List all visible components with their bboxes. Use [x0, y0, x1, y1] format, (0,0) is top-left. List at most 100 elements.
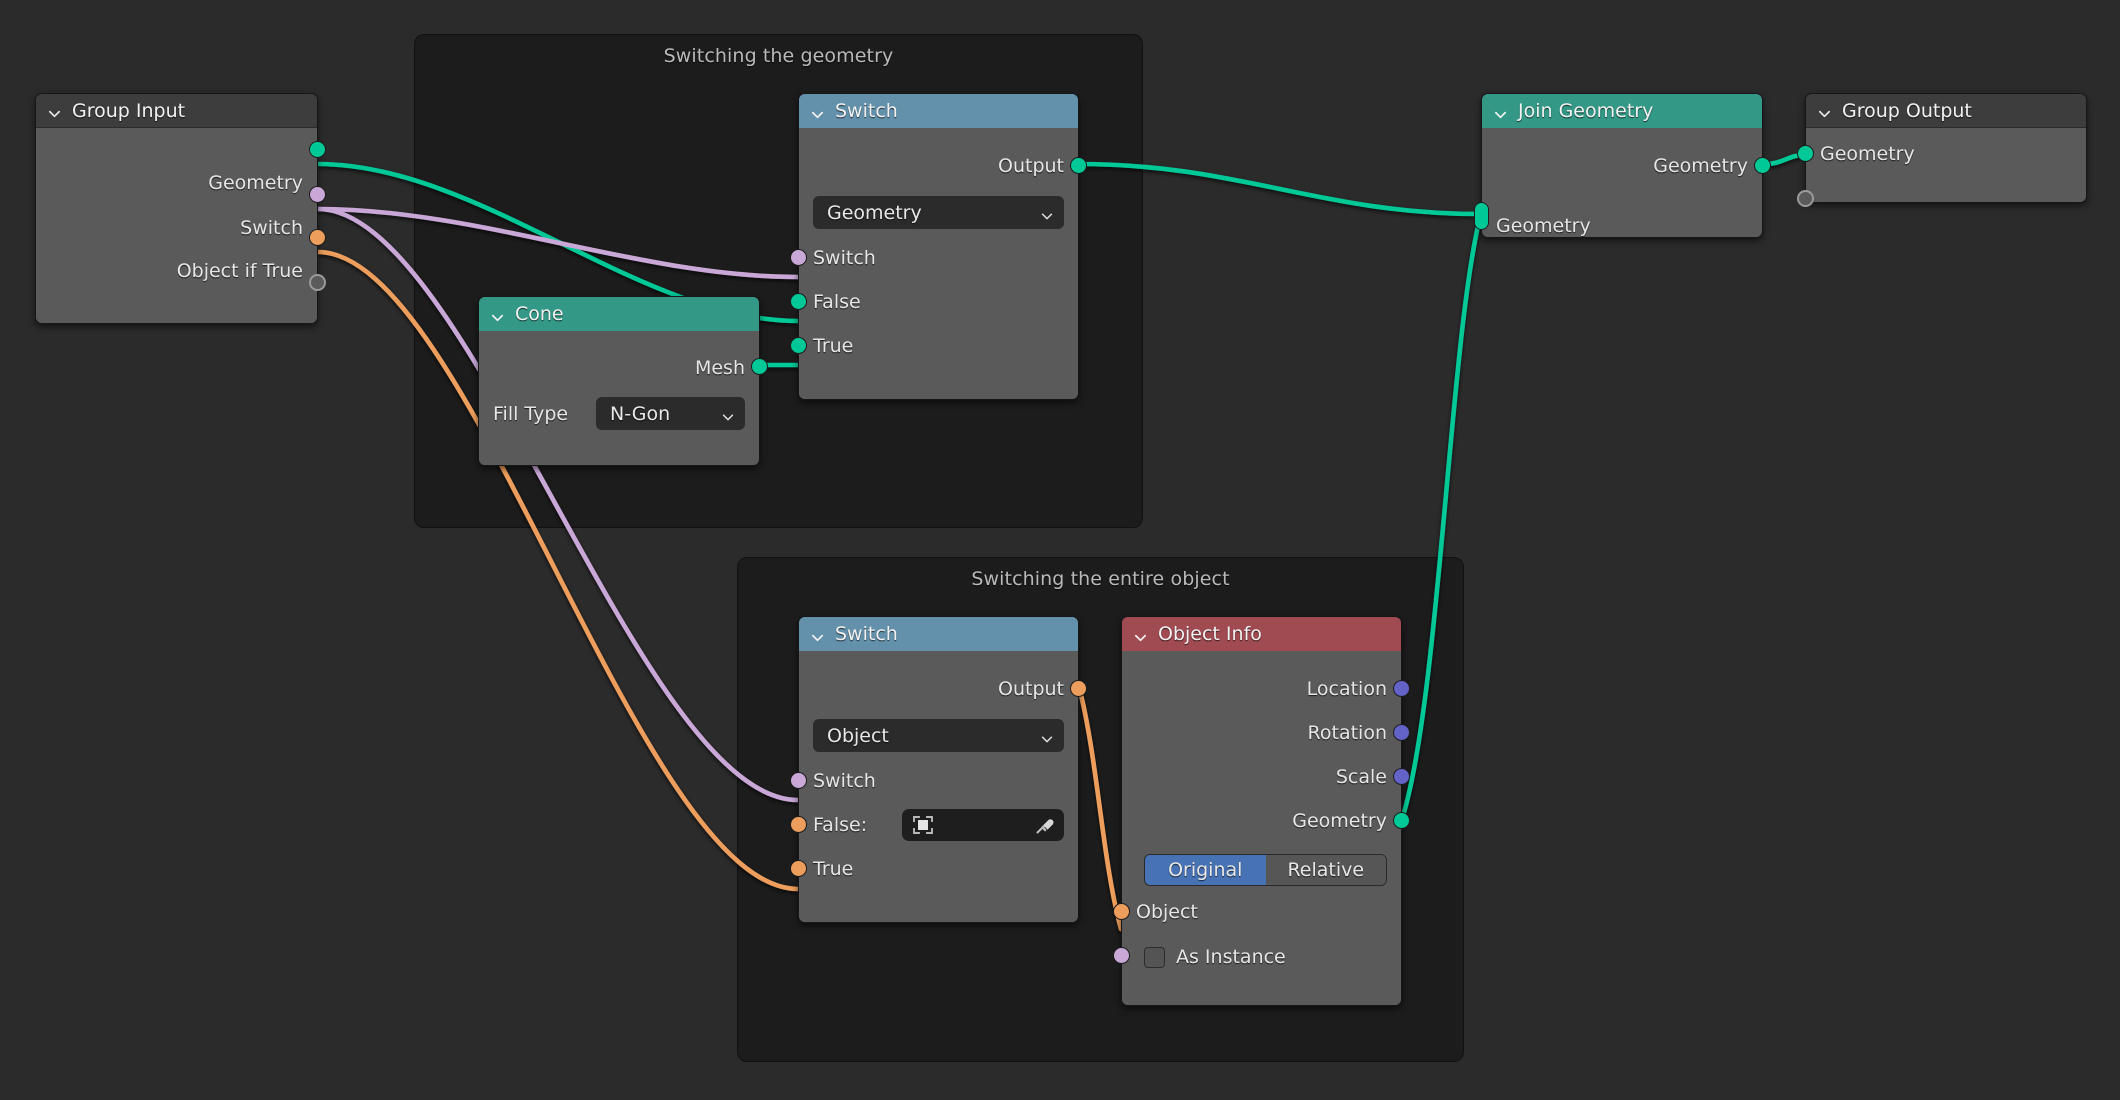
socket-label-object: Object [1136, 901, 1198, 923]
node-group-output-title: Group Output [1842, 99, 1972, 122]
socket-switch-geometry-true-in[interactable] [790, 337, 807, 354]
socket-switch-object-switch-in[interactable] [790, 772, 807, 789]
node-switch-geometry-body: Output Geometry Switch False True [799, 128, 1078, 399]
chevron-down-icon[interactable] [1040, 206, 1054, 220]
object-field-switch-object-false[interactable] [902, 809, 1064, 841]
node-switch-geometry-header[interactable]: Switch [799, 94, 1078, 128]
socket-row-group-input-object-if-true: Object if True [36, 255, 317, 287]
chevron-down-icon[interactable] [47, 104, 62, 119]
node-editor-canvas[interactable]: Switching the geometry Switching the ent… [0, 0, 2120, 1100]
node-switch-object-header[interactable]: Switch [799, 617, 1078, 651]
chevron-down-icon[interactable] [810, 628, 825, 643]
socket-row-object-info-rotation: Rotation [1122, 717, 1401, 749]
checkbox-row-as-instance[interactable]: As Instance [1144, 942, 1286, 972]
socket-label-geometry-in: Geometry [1496, 215, 1591, 237]
socket-switch-object-false-in[interactable] [790, 816, 807, 833]
node-group-output[interactable]: Group Output Geometry [1797, 93, 2087, 207]
node-cone-title: Cone [515, 303, 564, 325]
socket-join-geometry-multi-input[interactable] [1474, 202, 1489, 230]
node-cone-body: Mesh Fill Type N-Gon [479, 331, 759, 465]
dropdown-value: Geometry [827, 201, 922, 224]
socket-label-false: False [813, 291, 861, 313]
socket-row-object-info-location: Location [1122, 673, 1401, 705]
socket-label-geometry: Geometry [1292, 810, 1387, 832]
socket-row-join-geometry-input: Geometry [1482, 210, 1762, 237]
node-switch-geometry[interactable]: Switch Output Geometry Switch False True [790, 93, 1087, 400]
socket-switch-object-output[interactable] [1070, 680, 1087, 697]
socket-row-cone-mesh: Mesh [479, 352, 759, 384]
socket-label-true: True [813, 858, 854, 880]
socket-row-join-geometry-output: Geometry [1482, 150, 1762, 182]
node-switch-geometry-title: Switch [835, 100, 898, 122]
socket-switch-geometry-switch-in[interactable] [790, 249, 807, 266]
socket-label-switch: Switch [240, 217, 303, 239]
toggle-option-original[interactable]: Original [1145, 855, 1266, 885]
node-cone-header[interactable]: Cone [479, 297, 759, 331]
socket-label-output: Output [998, 678, 1064, 700]
socket-switch-geometry-false-in[interactable] [790, 293, 807, 310]
node-group-input-body: Geometry Switch Object if True [36, 128, 317, 323]
socket-group-output-geometry-in[interactable] [1797, 145, 1814, 162]
toggle-option-relative[interactable]: Relative [1265, 855, 1386, 885]
node-group-output-body: Geometry [1806, 128, 2086, 202]
object-picker-icon[interactable] [910, 813, 936, 837]
node-group-input[interactable]: Group Input Geometry Switch Object if Tr… [35, 93, 326, 324]
socket-switch-object-true-in[interactable] [790, 860, 807, 877]
socket-group-input-virtual-out[interactable] [309, 274, 326, 291]
toggle-group-transform-space[interactable]: Original Relative [1144, 854, 1387, 886]
chevron-down-icon[interactable] [1133, 628, 1148, 643]
socket-label-object-if-true: Object if True [176, 260, 303, 282]
property-label-fill-type: Fill Type [493, 402, 569, 425]
node-group-output-header[interactable]: Group Output [1806, 94, 2086, 128]
chevron-down-icon[interactable] [721, 407, 735, 421]
property-row-fill-type: Fill Type [493, 397, 580, 430]
node-switch-object-title: Switch [835, 623, 898, 645]
socket-switch-geometry-output[interactable] [1070, 157, 1087, 174]
node-cone[interactable]: Cone Mesh Fill Type N-Gon [478, 296, 768, 466]
dropdown-switch-geometry-datatype[interactable]: Geometry [813, 196, 1064, 229]
socket-label-scale: Scale [1335, 766, 1387, 788]
node-join-geometry[interactable]: Join Geometry Geometry Geometry [1474, 93, 1771, 238]
chevron-down-icon[interactable] [1040, 729, 1054, 743]
dropdown-switch-object-datatype[interactable]: Object [813, 719, 1064, 752]
dropdown-cone-fill-type[interactable]: N-Gon [596, 397, 745, 430]
node-object-info[interactable]: Object Info Location Rotation Scale Geom… [1113, 616, 1410, 1006]
socket-object-info-object-in[interactable] [1113, 903, 1130, 920]
eyedropper-icon[interactable] [1033, 813, 1057, 837]
node-join-geometry-header[interactable]: Join Geometry [1482, 94, 1762, 128]
node-join-geometry-title: Join Geometry [1518, 100, 1654, 122]
node-switch-object[interactable]: Switch Output Object Switch False: True [790, 616, 1087, 923]
socket-group-output-virtual-in[interactable] [1797, 190, 1814, 207]
socket-label-mesh: Mesh [694, 357, 745, 379]
socket-row-group-output-geometry: Geometry [1806, 138, 2086, 170]
node-object-info-header[interactable]: Object Info [1122, 617, 1401, 651]
socket-join-geometry-output[interactable] [1754, 157, 1771, 174]
socket-object-info-rotation-out[interactable] [1393, 724, 1410, 741]
socket-object-info-scale-out[interactable] [1393, 768, 1410, 785]
socket-group-input-switch-out[interactable] [309, 186, 326, 203]
chevron-down-icon[interactable] [810, 105, 825, 120]
node-object-info-body: Location Rotation Scale Geometry Origina… [1122, 651, 1401, 1005]
dropdown-value: N-Gon [610, 402, 671, 425]
checkbox-as-instance[interactable] [1144, 946, 1165, 968]
chevron-down-icon[interactable] [490, 308, 505, 323]
socket-row-group-input-geometry: Geometry [36, 167, 317, 199]
socket-row-switch-geometry-switch: Switch [799, 242, 1078, 274]
socket-group-input-object-out[interactable] [309, 229, 326, 246]
dropdown-value: Object [827, 724, 889, 747]
socket-row-switch-object-output: Output [799, 673, 1078, 705]
socket-object-info-location-out[interactable] [1393, 680, 1410, 697]
socket-object-info-geometry-out[interactable] [1393, 812, 1410, 829]
socket-row-switch-object-true: True [799, 853, 1078, 885]
chevron-down-icon[interactable] [1817, 104, 1832, 119]
chevron-down-icon[interactable] [1493, 105, 1508, 120]
socket-group-input-geometry-out[interactable] [309, 141, 326, 158]
checkbox-label-as-instance: As Instance [1176, 946, 1286, 968]
socket-label-output: Output [998, 155, 1064, 177]
socket-cone-mesh-out[interactable] [751, 358, 768, 375]
socket-row-object-info-geometry: Geometry [1122, 805, 1401, 837]
socket-object-info-as-instance-in[interactable] [1113, 947, 1130, 964]
socket-row-switch-object-switch: Switch [799, 765, 1078, 797]
node-group-input-header[interactable]: Group Input [36, 94, 317, 128]
socket-label-geometry: Geometry [1820, 143, 1915, 165]
